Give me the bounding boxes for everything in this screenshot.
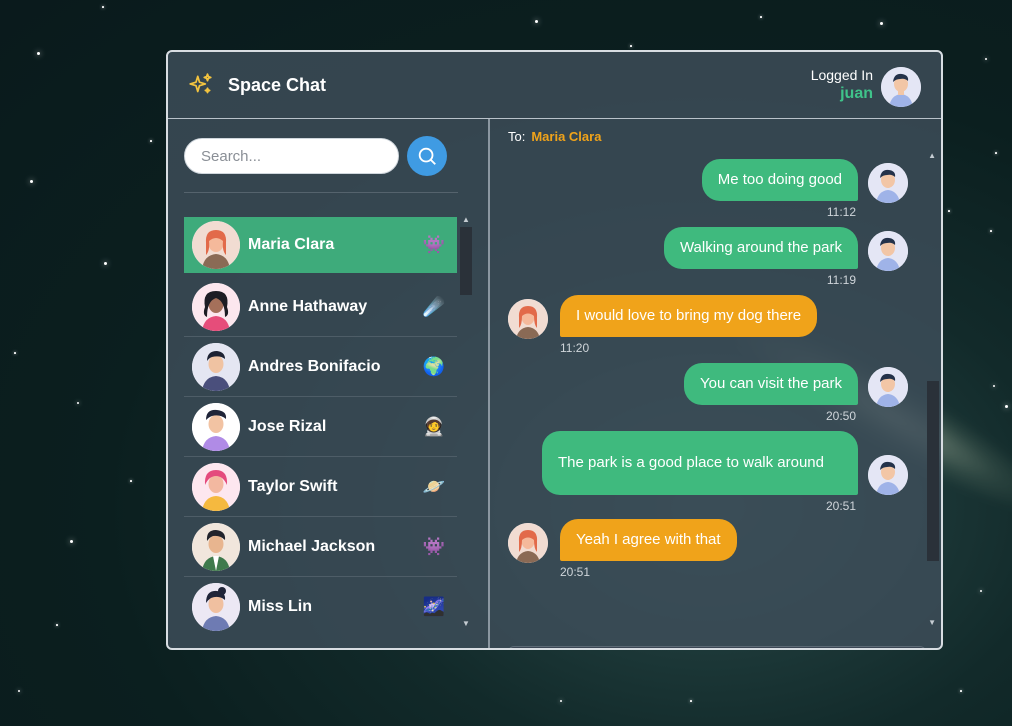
star [102, 6, 104, 8]
star [980, 590, 982, 592]
star [14, 352, 16, 354]
galaxy-icon: 🌌 [422, 596, 445, 617]
search-icon [418, 147, 436, 165]
sender-avatar [508, 523, 548, 563]
chat-scrollbar-thumb[interactable] [927, 381, 939, 561]
message-bubble: Yeah I agree with that [560, 519, 737, 561]
message-time: 11:12 [826, 205, 856, 219]
star [760, 16, 762, 18]
chat-scroll-up-arrow[interactable]: ▲ [928, 151, 936, 160]
star [990, 230, 992, 232]
astronaut-icon: 🧑‍🚀 [422, 416, 445, 436]
user-avatar[interactable] [881, 67, 921, 107]
star [30, 180, 33, 183]
star [985, 58, 987, 60]
star [960, 690, 962, 692]
contact-name: Miss Lin [248, 598, 313, 615]
star [690, 700, 692, 702]
message-time: 20:51 [825, 499, 856, 513]
divider [184, 192, 458, 193]
current-username: juan [840, 85, 873, 102]
message-bubble: The park is a good place to walk around [542, 431, 858, 495]
app-header: Space Chat Logged In juan [168, 52, 941, 119]
star [1005, 405, 1008, 408]
planet-icon: 🪐 [422, 476, 445, 496]
message-bubble: I would love to bring my dog there [560, 295, 818, 337]
sender-avatar [508, 299, 548, 339]
star [948, 210, 950, 212]
avatar [192, 462, 240, 511]
logged-in-label: Logged In [810, 67, 873, 83]
contact-name: Maria Clara [248, 235, 335, 253]
alien-icon: 👾 [422, 234, 445, 254]
star [880, 22, 883, 25]
avatar [192, 282, 240, 331]
contact-name: Jose Rizal [248, 417, 327, 435]
contact-item-andres-bonifacio[interactable]: Andres Bonifacio 🌍 [184, 337, 457, 397]
star [535, 20, 538, 23]
message-time: 11:19 [826, 273, 856, 287]
chat-window: Space Chat Logged In juan Search... Mari… [166, 50, 943, 650]
comet-icon: ☄️ [422, 296, 445, 316]
sender-avatar [868, 231, 908, 271]
avatar [192, 583, 240, 631]
contact-item-anne-hathaway[interactable]: Anne Hathaway ☄️ [184, 277, 457, 337]
message-bubble: Walking around the park [663, 227, 858, 269]
chat-scroll-down-arrow[interactable]: ▼ [928, 618, 936, 627]
star [37, 52, 40, 55]
contact-list: Maria Clara 👾 Anne Hathaway ☄️ Andres Bo… [184, 217, 457, 637]
star [130, 480, 132, 482]
contacts-sidebar: Maria Clara 👾 Anne Hathaway ☄️ Andres Bo… [168, 119, 490, 648]
avatar [192, 402, 240, 451]
recipient-line: To: Maria Clara [508, 129, 601, 144]
chat-panel: To: Maria Clara Me too doing good 11:12 W… [492, 119, 941, 648]
message-bubble: You can visit the park [683, 363, 858, 405]
star [995, 152, 997, 154]
contact-item-michael-jackson[interactable]: Michael Jackson 👾 [184, 517, 457, 577]
contacts-scrollbar-thumb[interactable] [460, 227, 472, 295]
search-bar [184, 136, 447, 176]
sender-avatar [868, 163, 908, 203]
login-status: Logged In juan [811, 67, 873, 103]
to-label: To: [508, 129, 526, 144]
scroll-down-arrow[interactable]: ▼ [462, 619, 470, 628]
avatar [192, 342, 240, 391]
scroll-up-arrow[interactable]: ▲ [462, 215, 470, 224]
contact-item-miss-lin[interactable]: Miss Lin 🌌 [184, 577, 457, 637]
app-title: Space Chat [228, 74, 327, 95]
star [70, 540, 73, 543]
contact-item-maria-clara[interactable]: Maria Clara 👾 [184, 217, 457, 273]
recipient-name: Maria Clara [531, 129, 602, 144]
star [77, 402, 79, 404]
search-button[interactable] [407, 136, 447, 176]
contact-name: Taylor Swift [248, 477, 338, 495]
sender-avatar [868, 367, 908, 407]
alien-icon: 👾 [422, 536, 445, 556]
star [993, 385, 995, 387]
sender-avatar [868, 455, 908, 495]
message-composer [508, 646, 926, 648]
avatar [192, 220, 240, 269]
avatar [192, 522, 240, 571]
message-time: 20:50 [825, 409, 856, 423]
search-input[interactable] [184, 138, 399, 174]
contact-item-taylor-swift[interactable]: Taylor Swift 🪐 [184, 457, 457, 517]
star [560, 700, 562, 702]
sparkles-icon [189, 73, 212, 94]
message-time: 20:51 [560, 565, 591, 579]
star [104, 262, 107, 265]
message-bubble: Me too doing good [701, 159, 858, 201]
globe-icon: 🌍 [422, 356, 445, 376]
message-time: 11:20 [560, 341, 590, 355]
star [150, 140, 152, 142]
contact-name: Michael Jackson [248, 537, 376, 555]
star [18, 690, 20, 692]
contact-item-jose-rizal[interactable]: Jose Rizal 🧑‍🚀 [184, 397, 457, 457]
contact-name: Anne Hathaway [248, 297, 368, 315]
star [56, 624, 58, 626]
contact-name: Andres Bonifacio [248, 357, 381, 375]
star [630, 45, 632, 47]
